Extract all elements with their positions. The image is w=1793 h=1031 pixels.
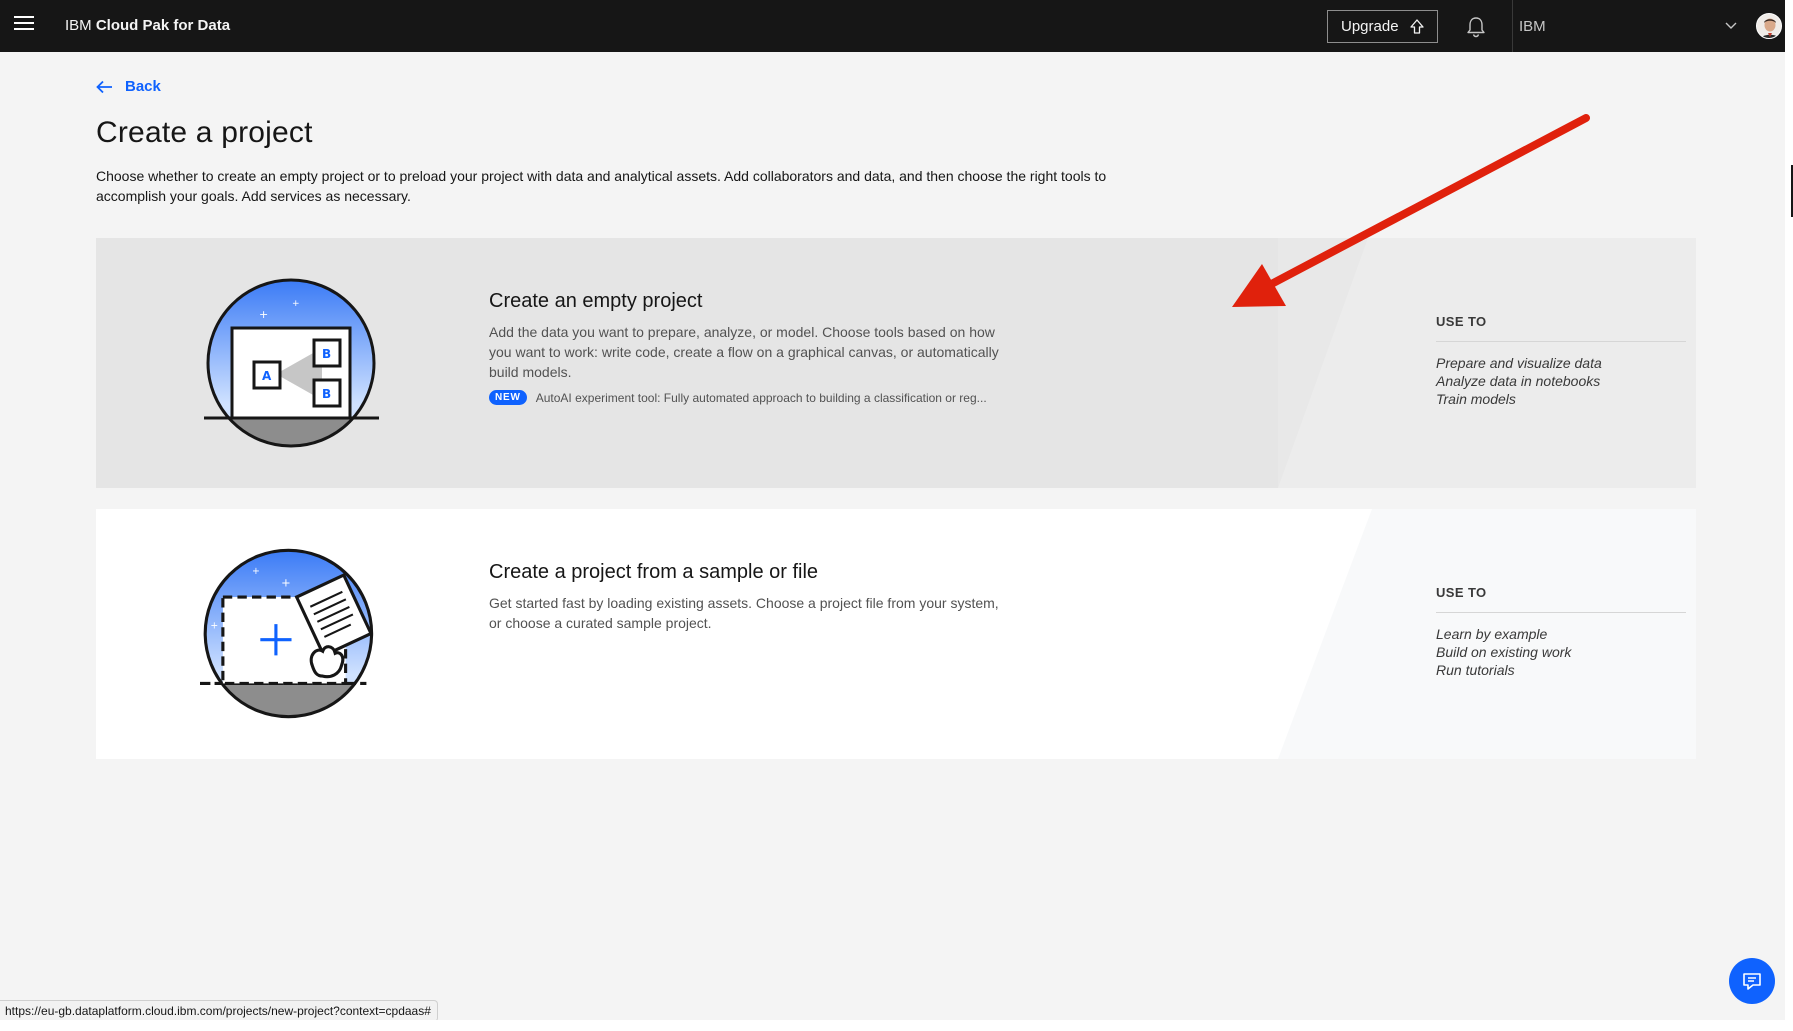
menu-icon[interactable] <box>14 16 34 36</box>
illustration-label-b2: B <box>322 387 331 401</box>
use-to-panel: USE TO Learn by example Build on existin… <box>1436 585 1686 679</box>
upgrade-label: Upgrade <box>1341 18 1399 35</box>
page-title: Create a project <box>96 116 313 149</box>
account-switcher[interactable]: IBM <box>1512 0 1752 52</box>
account-name: IBM <box>1519 17 1546 35</box>
new-feature-text: AutoAI experiment tool: Fully automated … <box>535 390 987 405</box>
use-to-panel: USE TO Prepare and visualize data Analyz… <box>1436 314 1686 408</box>
svg-text:+: + <box>210 620 218 631</box>
use-to-item: Analyze data in notebooks <box>1436 373 1601 389</box>
new-feature-note: NEW AutoAI experiment tool: Fully automa… <box>489 390 987 405</box>
use-to-item: Learn by example <box>1436 626 1548 642</box>
svg-text:+: + <box>292 299 300 309</box>
use-to-item: Run tutorials <box>1436 662 1515 678</box>
svg-text:+: + <box>281 576 291 590</box>
sample-project-illustration: + + + <box>200 548 374 719</box>
main-content: Back Create a project Choose whether to … <box>0 52 1785 1020</box>
upgrade-icon <box>1410 19 1424 34</box>
top-header: IBM Cloud Pak for Data Upgrade IBM <box>0 0 1785 52</box>
svg-text:+: + <box>259 308 268 321</box>
notification-bell-icon[interactable] <box>1465 16 1487 38</box>
bottom-edge <box>0 1020 1793 1031</box>
user-avatar[interactable] <box>1756 13 1782 39</box>
use-to-item: Train models <box>1436 391 1516 407</box>
brand-prefix: IBM <box>65 17 92 34</box>
card-description: Get started fast by loading existing ass… <box>489 595 999 631</box>
illustration-label-a: A <box>262 369 272 383</box>
upgrade-button[interactable]: Upgrade <box>1327 10 1438 43</box>
empty-project-illustration: + + A B B <box>204 278 379 448</box>
use-to-item: Build on existing work <box>1436 644 1572 660</box>
avatar-image <box>1757 14 1781 38</box>
card-title: Create a project from a sample or file <box>489 561 819 583</box>
product-name[interactable]: IBM Cloud Pak for Data <box>65 17 230 34</box>
use-to-heading: USE TO <box>1436 314 1686 342</box>
card-title: Create an empty project <box>489 290 703 312</box>
arrow-left-icon <box>96 80 112 93</box>
window-edge <box>1785 0 1793 1031</box>
back-link[interactable]: Back <box>96 78 161 95</box>
create-from-sample-card[interactable]: + + + Create a project from a sample or … <box>96 509 1696 759</box>
card-description: Add the data you want to prepare, analyz… <box>489 324 999 380</box>
chat-button[interactable] <box>1729 958 1775 1004</box>
chat-icon <box>1743 973 1761 990</box>
back-label: Back <box>125 78 161 95</box>
svg-text:+: + <box>252 566 260 577</box>
create-empty-project-card[interactable]: + + A B B Create an empty project Add th… <box>96 238 1696 488</box>
page-description: Choose whether to create an empty projec… <box>96 168 1107 204</box>
chevron-down-icon <box>1725 22 1737 29</box>
illustration-label-b1: B <box>322 347 331 361</box>
use-to-item: Prepare and visualize data <box>1436 355 1602 371</box>
status-bar-url: https://eu-gb.dataplatform.cloud.ibm.com… <box>0 1000 438 1022</box>
brand-title: Cloud Pak for Data <box>95 17 231 34</box>
new-badge: NEW <box>489 390 527 405</box>
use-to-heading: USE TO <box>1436 585 1686 613</box>
